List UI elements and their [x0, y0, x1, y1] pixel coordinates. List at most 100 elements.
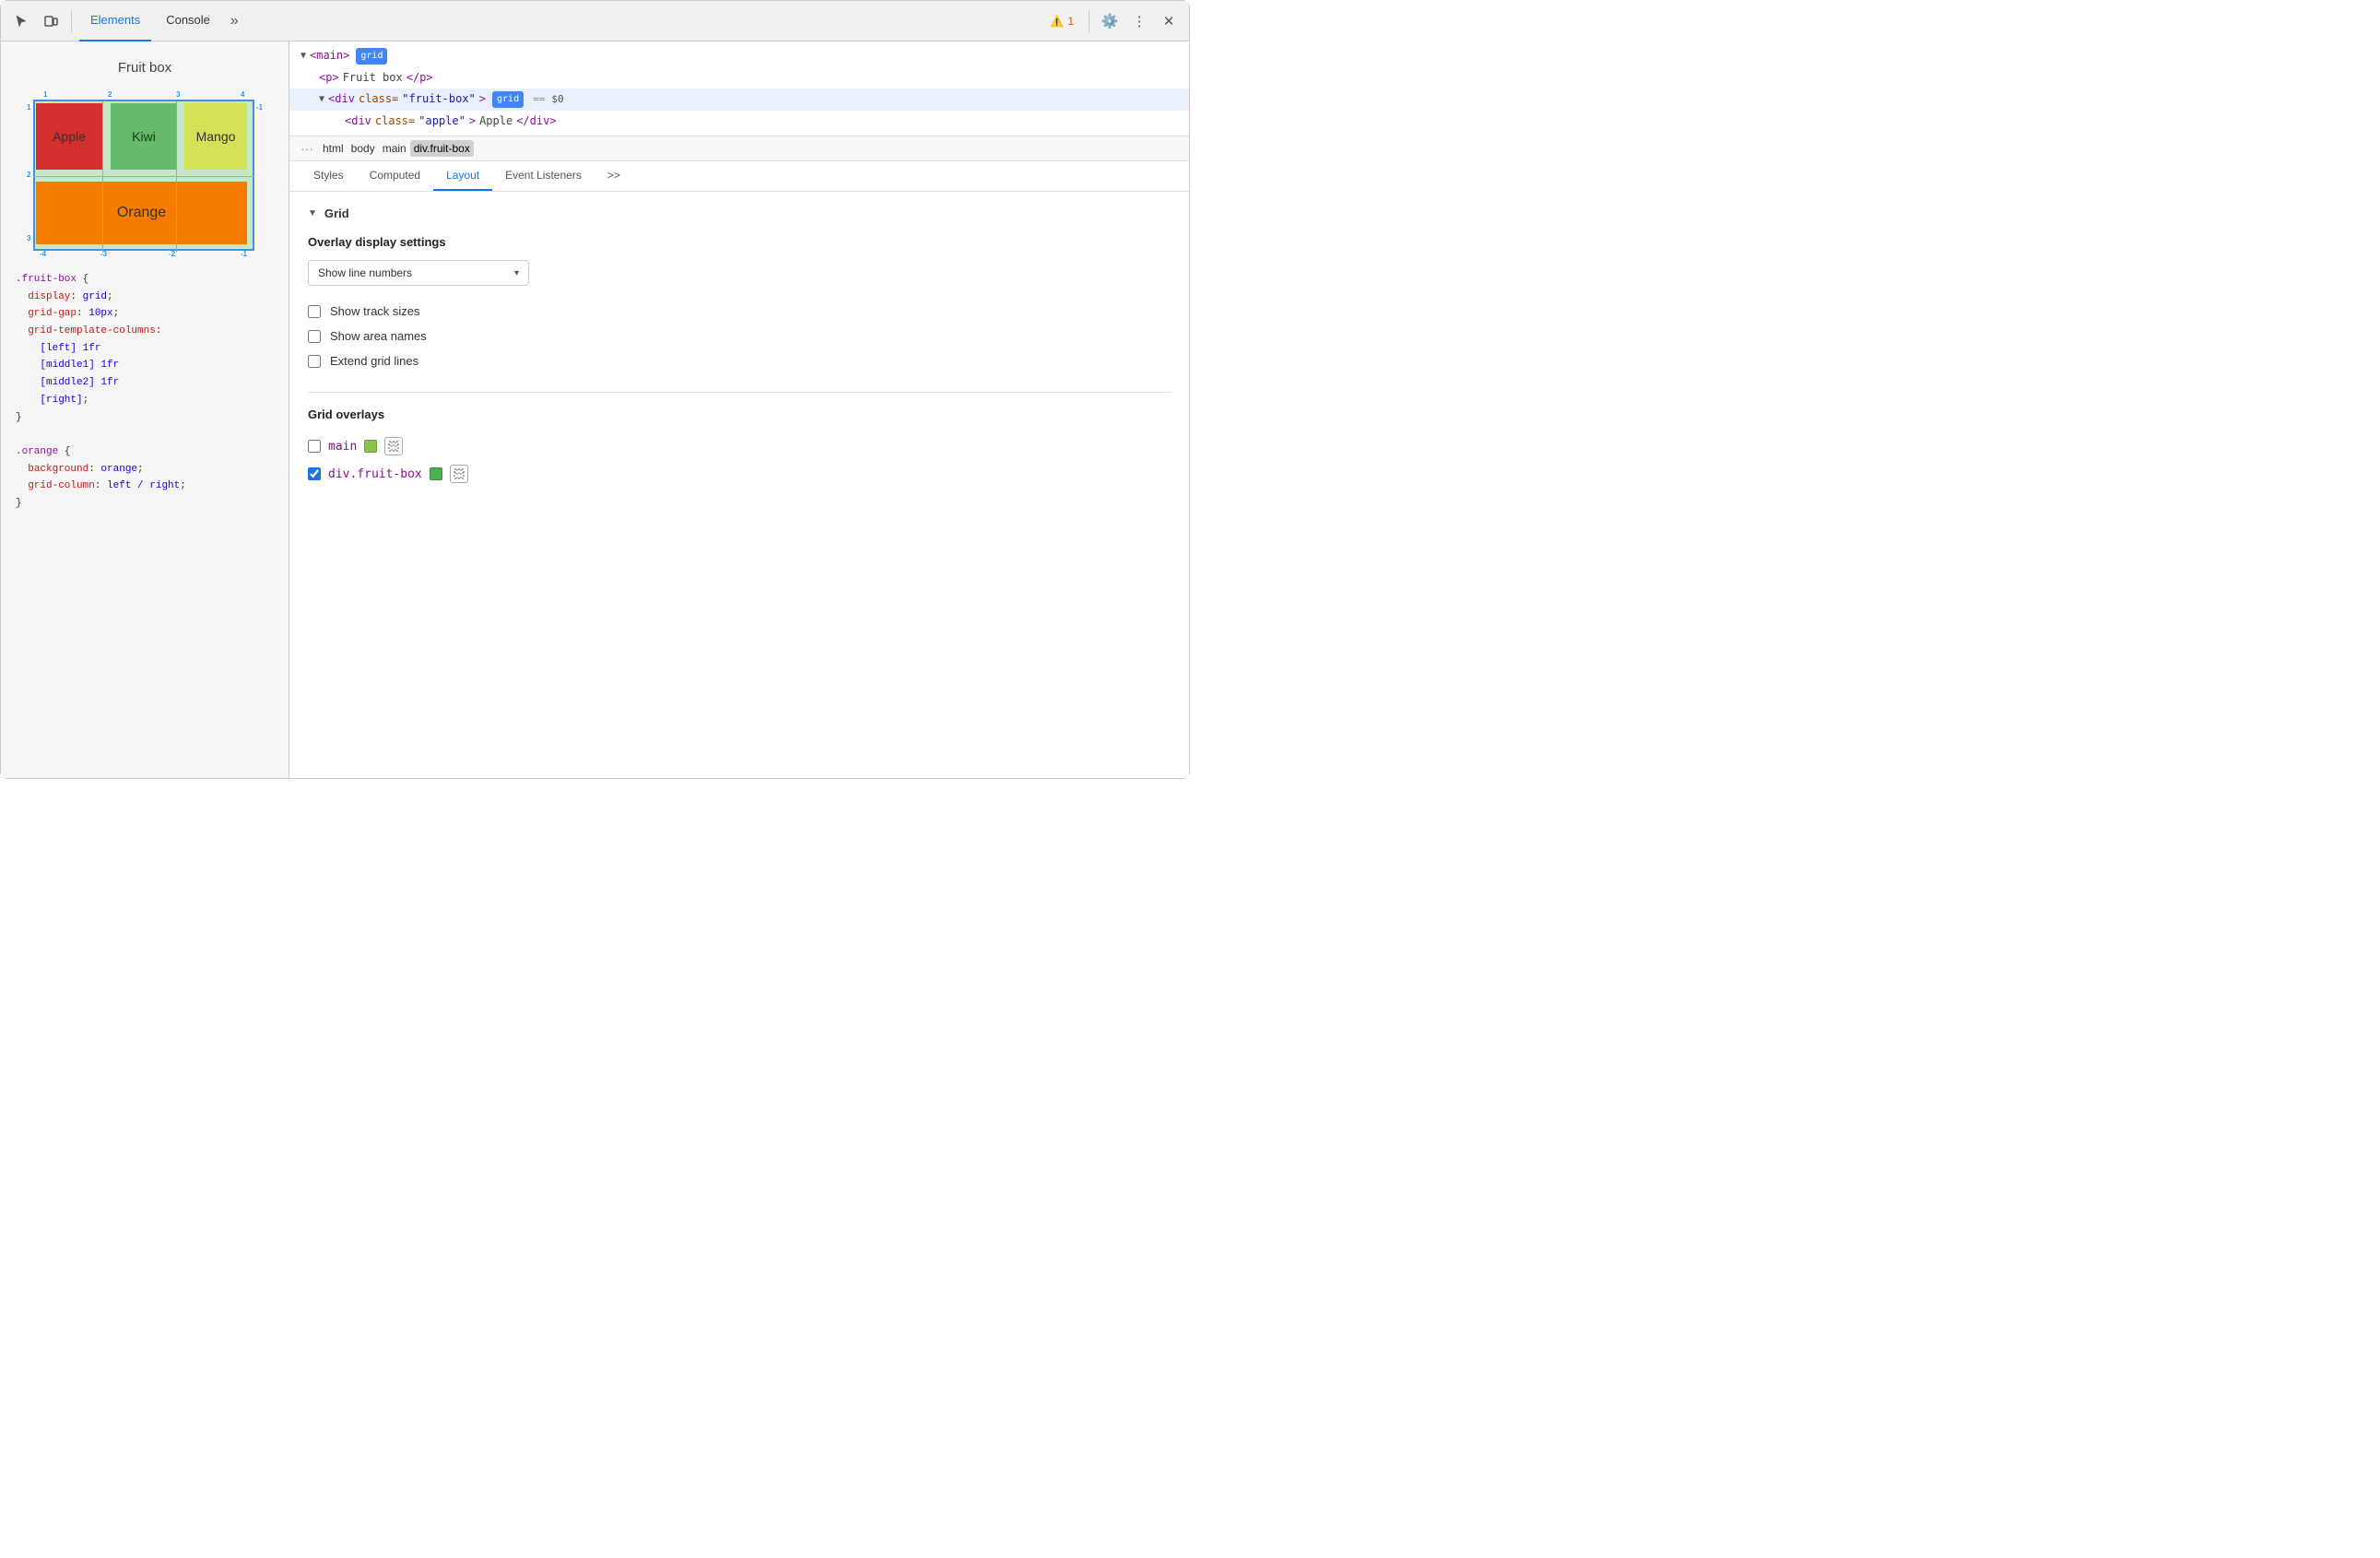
bc-div-fruitbox[interactable]: div.fruit-box	[410, 140, 474, 157]
orange-cell: Orange	[36, 182, 247, 244]
tree-line-div-selected[interactable]: ▼ <div class= "fruit-box" > grid == $0	[289, 89, 1189, 111]
extend-grid-lines-checkbox[interactable]	[308, 355, 321, 368]
line-num-bot-3: -2	[168, 250, 176, 258]
div-attr-val: "fruit-box"	[402, 89, 475, 110]
grid-line-v1	[102, 101, 103, 253]
console-tab-btn[interactable]: Console	[155, 1, 221, 41]
kiwi-cell: Kiwi	[111, 103, 177, 170]
show-track-sizes-label: Show track sizes	[330, 304, 420, 318]
tab-more[interactable]: >>	[595, 161, 633, 191]
elements-tab-btn[interactable]: Elements	[79, 1, 151, 41]
eq-sign: ==	[533, 90, 545, 109]
grid-overlays-section: Grid overlays main	[308, 407, 1171, 488]
fruitbox-color-swatch[interactable]	[430, 467, 442, 480]
apple-cell: Apple	[36, 103, 102, 170]
show-track-sizes-row: Show track sizes	[308, 299, 1171, 324]
overlay-settings-title: Overlay display settings	[308, 235, 1171, 249]
tree-line-p[interactable]: <p> Fruit box </p>	[289, 67, 1189, 89]
warning-badge: ⚠️ 1	[1043, 13, 1081, 30]
line-num-top-3: 3	[175, 90, 181, 99]
tree-line-main[interactable]: ▼ <main> grid	[289, 45, 1189, 67]
mango-cell: Mango	[184, 103, 247, 170]
dropdown-arrow-icon: ▾	[514, 268, 519, 278]
div-grid-badge[interactable]: grid	[492, 91, 524, 108]
warning-count: 1	[1067, 15, 1074, 28]
apple-close-tag: </div>	[516, 112, 556, 132]
grid-line-v2	[176, 101, 177, 253]
p-tag: <p>	[319, 68, 339, 89]
dropdown-label: Show line numbers	[318, 266, 412, 279]
tree-line-apple[interactable]: <div class= "apple" > Apple </div>	[289, 111, 1189, 133]
page-title: Fruit box	[1, 60, 289, 76]
tab-event-listeners[interactable]: Event Listeners	[492, 161, 595, 191]
overlay-row-main: main	[308, 432, 1171, 460]
main-tag: <main>	[310, 46, 349, 66]
line-num-bot-2: -3	[100, 250, 108, 258]
settings-button[interactable]: ⚙️	[1097, 8, 1123, 34]
main-grid-icon-btn[interactable]	[384, 437, 403, 455]
apple-tag-close: >	[469, 112, 476, 132]
p-close-tag: </p>	[406, 68, 433, 89]
overlay-settings: Overlay display settings Show line numbe…	[308, 235, 1171, 373]
more-tabs-button[interactable]: »	[225, 13, 244, 30]
line-num-left-1: 1	[26, 103, 31, 112]
div-tag-close: >	[479, 89, 486, 110]
warning-icon: ⚠️	[1050, 15, 1064, 28]
bc-html[interactable]: html	[319, 140, 348, 157]
bc-body[interactable]: body	[348, 140, 379, 157]
apple-text: Apple	[479, 112, 513, 132]
grid-line-h1	[33, 176, 254, 177]
bc-main[interactable]: main	[379, 140, 410, 157]
show-track-sizes-checkbox[interactable]	[308, 305, 321, 318]
css-code-panel: .fruit-box { display: grid; grid-gap: 10…	[1, 260, 289, 778]
fruitbox-overlay-checkbox[interactable]	[308, 467, 321, 480]
main-color-swatch[interactable]	[364, 440, 377, 453]
toolbar-divider2	[1089, 10, 1090, 32]
right-panel: ▼ <main> grid <p> Fruit box </p> ▼ <div …	[289, 41, 1189, 778]
tabs-row: Styles Computed Layout Event Listeners >…	[289, 161, 1189, 192]
main-overlay-checkbox[interactable]	[308, 440, 321, 453]
css-selector-2: .orange	[16, 446, 58, 457]
main-container: Fruit box 1 2 3 4 -4 -3 -2 -1 1 2 3 -1 A…	[1, 41, 1189, 778]
line-num-top-4: 4	[240, 90, 245, 99]
tab-layout[interactable]: Layout	[433, 161, 492, 191]
line-numbers-dropdown[interactable]: Show line numbers ▾	[308, 260, 529, 286]
line-num-bot-1: -4	[39, 250, 47, 258]
left-panel: Fruit box 1 2 3 4 -4 -3 -2 -1 1 2 3 -1 A…	[1, 41, 289, 778]
css-block1: .fruit-box { display: grid; grid-gap: 10…	[16, 271, 274, 426]
layout-content: ▼ Grid Overlay display settings Show lin…	[289, 192, 1189, 778]
extend-grid-lines-label: Extend grid lines	[330, 354, 418, 368]
fruitbox-grid-icon-btn[interactable]	[450, 465, 468, 483]
apple-attr-val: "apple"	[418, 112, 465, 132]
line-num-right-1: -1	[255, 103, 264, 112]
div-tag-open: <div	[328, 89, 355, 110]
section-divider	[308, 392, 1171, 393]
dollar-sign: $0	[551, 90, 563, 109]
devtools-toolbar: Elements Console » ⚠️ 1 ⚙️ ⋮ ✕	[1, 1, 1189, 41]
tab-styles[interactable]: Styles	[300, 161, 357, 191]
main-grid-badge[interactable]: grid	[356, 48, 387, 65]
close-button[interactable]: ✕	[1156, 8, 1182, 34]
line-num-top-1: 1	[42, 90, 48, 99]
grid-section-header: ▼ Grid	[308, 207, 1171, 220]
device-toggle-button[interactable]	[38, 8, 64, 34]
more-options-button[interactable]: ⋮	[1126, 8, 1152, 34]
toolbar-divider	[71, 10, 72, 32]
line-num-left-3: 3	[26, 234, 31, 242]
main-overlay-name: main	[328, 440, 357, 454]
show-area-names-checkbox[interactable]	[308, 330, 321, 343]
dropdown-container: Show line numbers ▾	[308, 260, 1171, 286]
div-arrow: ▼	[319, 91, 324, 108]
css-selector-1: .fruit-box	[16, 274, 77, 285]
line-num-bot-4: -1	[240, 250, 248, 258]
cursor-button[interactable]	[8, 8, 34, 34]
extend-grid-lines-row: Extend grid lines	[308, 348, 1171, 373]
tree-arrow: ▼	[300, 48, 306, 65]
line-num-left-2: 2	[26, 171, 31, 179]
tab-computed[interactable]: Computed	[357, 161, 433, 191]
show-area-names-row: Show area names	[308, 324, 1171, 348]
show-area-names-label: Show area names	[330, 329, 427, 343]
grid-collapse-arrow[interactable]: ▼	[308, 208, 317, 218]
grid-overlays-title: Grid overlays	[308, 407, 1171, 421]
apple-tag-open: <div	[345, 112, 371, 132]
